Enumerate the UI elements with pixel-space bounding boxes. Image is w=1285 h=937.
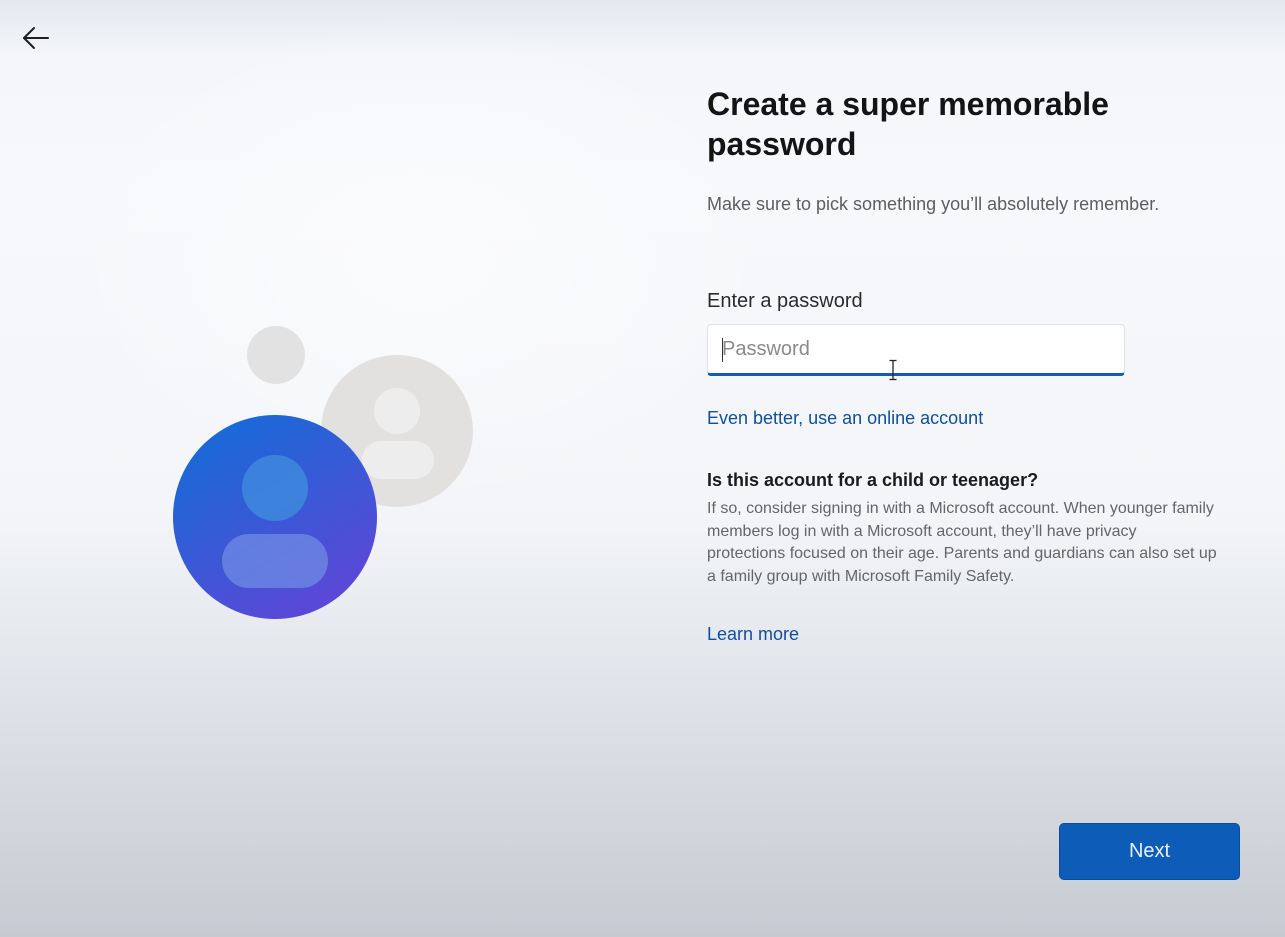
person-avatars-illustration [160, 315, 490, 635]
password-input[interactable] [708, 325, 1124, 373]
child-account-description: If so, consider signing in with a Micros… [707, 500, 1217, 585]
text-caret [722, 338, 723, 362]
page-subtitle: Make sure to pick something you’ll absol… [707, 194, 1160, 214]
arrow-left-icon [23, 27, 49, 49]
main-content: Create a super memorable password Make s… [707, 84, 1227, 646]
ibeam-cursor-icon [889, 359, 897, 381]
online-account-link[interactable]: Even better, use an online account [707, 406, 983, 430]
page-title: Create a super memorable password [707, 86, 1109, 162]
learn-more-link[interactable]: Learn more [707, 622, 799, 646]
password-label: Enter a password [707, 290, 863, 312]
small-avatar-bubble [247, 326, 305, 384]
child-account-heading: Is this account for a child or teenager? [707, 470, 1039, 490]
next-button[interactable]: Next [1059, 823, 1240, 880]
back-button[interactable] [14, 18, 58, 58]
primary-avatar-icon [173, 415, 377, 619]
password-field[interactable] [707, 324, 1125, 381]
